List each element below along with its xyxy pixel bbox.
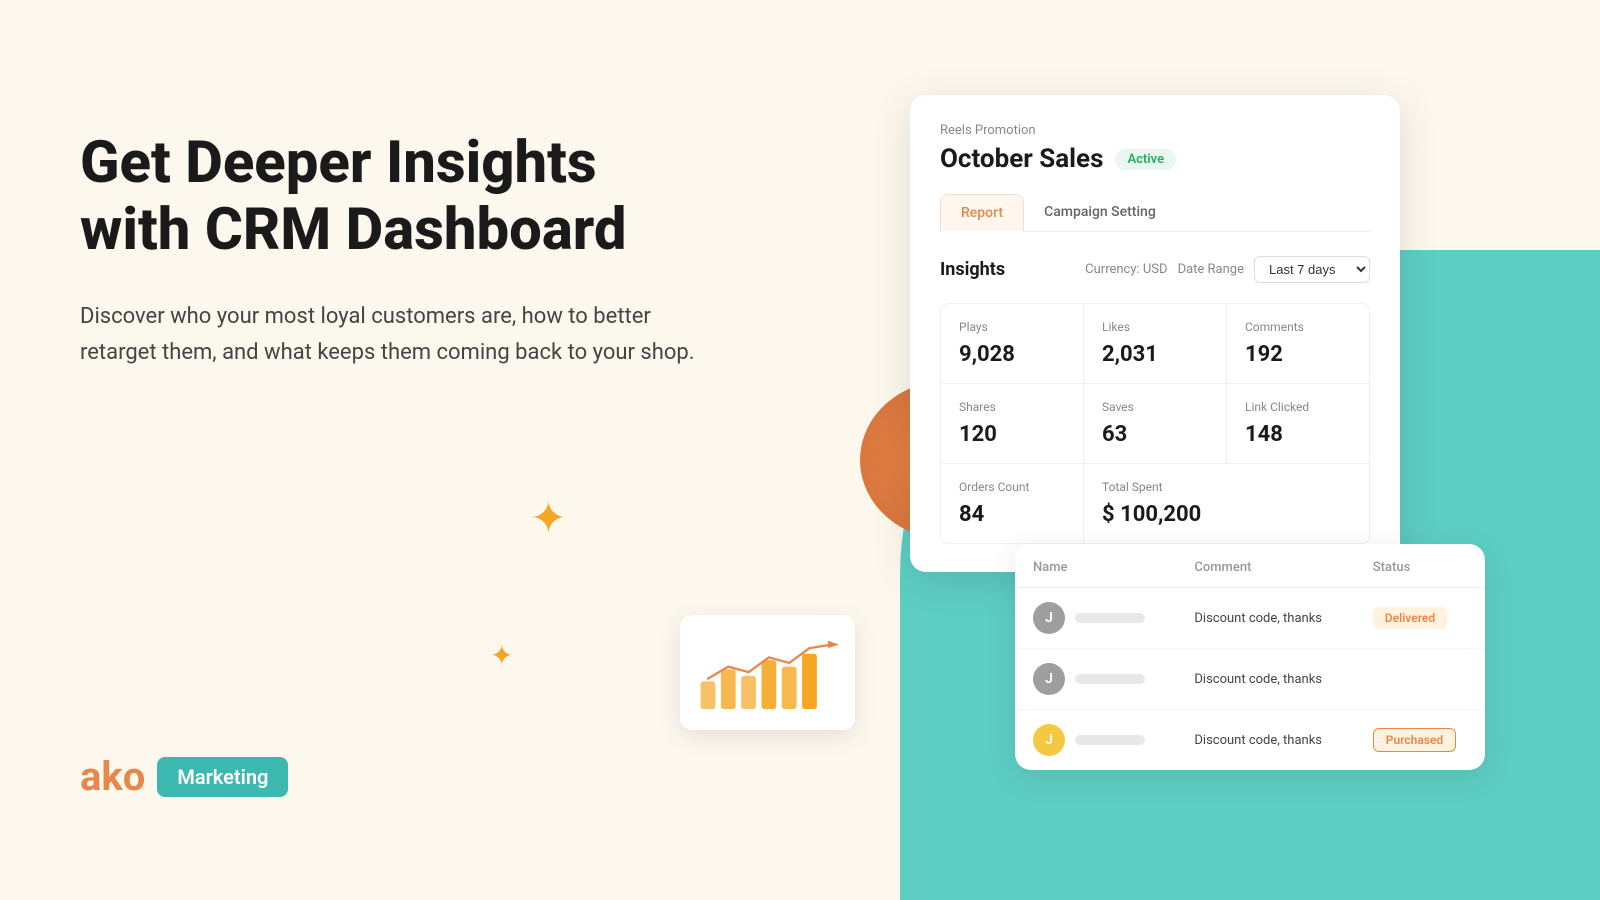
comments-card: Name Comment Status J Discount code, tha… bbox=[1015, 544, 1485, 770]
metric-comments: Comments 192 bbox=[1227, 304, 1369, 383]
metric-likes-value: 2,031 bbox=[1102, 342, 1208, 367]
metric-plays: Plays 9,028 bbox=[941, 304, 1083, 383]
metrics-grid: Plays 9,028 Likes 2,031 Comments 192 Sha… bbox=[940, 303, 1370, 544]
status-badge-purchased: Purchased bbox=[1373, 728, 1456, 752]
comments-table: Name Comment Status J Discount code, tha… bbox=[1015, 544, 1485, 770]
metric-total-spent: Total Spent $ 100,200 bbox=[1084, 464, 1369, 543]
chart-svg bbox=[696, 634, 839, 714]
metric-likes: Likes 2,031 bbox=[1084, 304, 1226, 383]
metric-likes-label: Likes bbox=[1102, 320, 1208, 334]
metric-orders-count: Orders Count 84 bbox=[941, 464, 1083, 543]
col-status: Status bbox=[1355, 544, 1485, 588]
metric-link-clicked-value: 148 bbox=[1245, 422, 1351, 447]
avatar-1: J bbox=[1033, 602, 1065, 634]
metric-total-spent-label: Total Spent bbox=[1102, 480, 1351, 494]
avatar-2: J bbox=[1033, 663, 1065, 695]
metric-saves: Saves 63 bbox=[1084, 384, 1226, 463]
card-subtitle: Reels Promotion bbox=[940, 123, 1370, 138]
star-small-decoration bbox=[490, 642, 513, 670]
metric-total-spent-value: $ 100,200 bbox=[1102, 502, 1351, 527]
metric-saves-label: Saves bbox=[1102, 400, 1208, 414]
main-heading: Get Deeper Insights with CRM Dashboard bbox=[80, 130, 700, 263]
metric-shares-label: Shares bbox=[959, 400, 1065, 414]
row-3-name: J bbox=[1015, 710, 1176, 771]
card-title: October Sales bbox=[940, 144, 1103, 174]
tab-campaign-setting[interactable]: Campaign Setting bbox=[1024, 194, 1176, 231]
avatar-3: J bbox=[1033, 724, 1065, 756]
logo-badge: Marketing bbox=[157, 757, 288, 797]
date-range-label: Date Range bbox=[1178, 262, 1244, 277]
table-row: J Discount code, thanks bbox=[1015, 649, 1485, 710]
card-title-row: October Sales Active bbox=[940, 144, 1370, 174]
date-range-select[interactable]: Last 7 days Last 30 days Last 90 days bbox=[1254, 256, 1370, 283]
status-badge-delivered: Delivered bbox=[1373, 607, 1447, 629]
metric-orders-label: Orders Count bbox=[959, 480, 1065, 494]
row-2-comment: Discount code, thanks bbox=[1176, 649, 1354, 710]
hero-subtext: Discover who your most loyal customers a… bbox=[80, 299, 700, 369]
metric-link-clicked: Link Clicked 148 bbox=[1227, 384, 1369, 463]
table-row: J Discount code, thanks Purchased bbox=[1015, 710, 1485, 771]
row-1-name: J bbox=[1015, 588, 1176, 649]
row-1-comment: Discount code, thanks bbox=[1176, 588, 1354, 649]
star-large-decoration bbox=[530, 496, 574, 540]
row-2-status bbox=[1355, 649, 1485, 710]
tabs-row: Report Campaign Setting bbox=[940, 194, 1370, 232]
name-bar-2 bbox=[1075, 674, 1145, 684]
insights-filters: Currency: USD Date Range Last 7 days Las… bbox=[1085, 256, 1370, 283]
metric-comments-label: Comments bbox=[1245, 320, 1351, 334]
col-name: Name bbox=[1015, 544, 1176, 588]
row-2-name: J bbox=[1015, 649, 1176, 710]
metric-plays-value: 9,028 bbox=[959, 342, 1065, 367]
row-3-status: Purchased bbox=[1355, 710, 1485, 771]
row-1-status: Delivered bbox=[1355, 588, 1485, 649]
logo-text: ako bbox=[80, 753, 145, 800]
name-bar-3 bbox=[1075, 735, 1145, 745]
metric-link-clicked-label: Link Clicked bbox=[1245, 400, 1351, 414]
logo-area: ako Marketing bbox=[80, 753, 288, 800]
table-row: J Discount code, thanks Delivered bbox=[1015, 588, 1485, 649]
metric-shares-value: 120 bbox=[959, 422, 1065, 447]
currency-label: Currency: USD bbox=[1085, 262, 1167, 277]
metric-saves-value: 63 bbox=[1102, 422, 1208, 447]
active-badge: Active bbox=[1115, 149, 1176, 170]
insights-header: Insights Currency: USD Date Range Last 7… bbox=[940, 256, 1370, 283]
insights-title: Insights bbox=[940, 259, 1005, 280]
chart-card bbox=[680, 615, 855, 730]
name-bar-1 bbox=[1075, 613, 1145, 623]
row-3-comment: Discount code, thanks bbox=[1176, 710, 1354, 771]
metric-comments-value: 192 bbox=[1245, 342, 1351, 367]
metric-orders-value: 84 bbox=[959, 502, 1065, 527]
metric-shares: Shares 120 bbox=[941, 384, 1083, 463]
tab-report[interactable]: Report bbox=[940, 194, 1024, 232]
metric-plays-label: Plays bbox=[959, 320, 1065, 334]
col-comment: Comment bbox=[1176, 544, 1354, 588]
hero-content: Get Deeper Insights with CRM Dashboard D… bbox=[80, 130, 700, 370]
dashboard-card: Reels Promotion October Sales Active Rep… bbox=[910, 95, 1400, 572]
